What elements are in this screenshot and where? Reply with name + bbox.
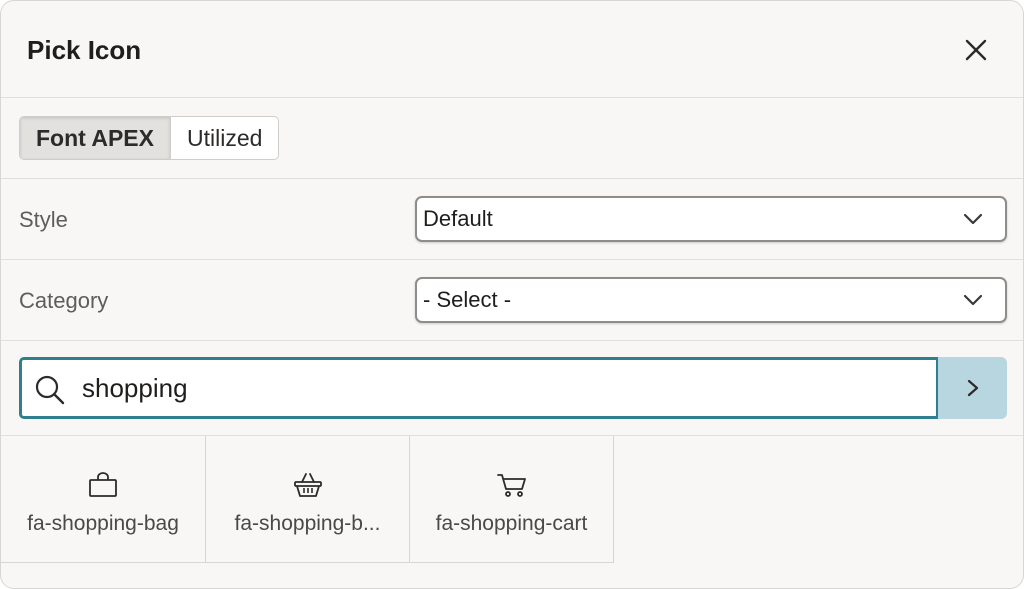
close-button[interactable] — [963, 37, 989, 63]
shopping-bag-icon — [89, 472, 117, 497]
search-icon — [35, 375, 65, 405]
search-row — [1, 341, 1023, 436]
tabs-row: Font APEX Utilized — [1, 98, 1023, 179]
category-label: Category — [19, 288, 109, 313]
icon-result-label: fa-shopping-b... — [234, 512, 381, 535]
icon-result-label: fa-shopping-bag — [27, 512, 179, 535]
chevron-down-icon — [963, 213, 983, 225]
close-icon — [965, 39, 987, 61]
category-select[interactable]: - Select - — [415, 277, 1007, 323]
search-submit-button[interactable] — [938, 357, 1007, 419]
icon-result-item[interactable]: fa-shopping-bag — [1, 436, 206, 563]
shopping-cart-icon — [496, 474, 526, 497]
tab-utilized[interactable]: Utilized — [171, 117, 278, 159]
category-row: Category - Select - — [1, 260, 1023, 341]
icon-result-item[interactable]: fa-shopping-cart — [410, 436, 614, 563]
icon-results-grid: fa-shopping-bag fa-shopping-b... fa-shop… — [1, 436, 1023, 588]
search-box — [19, 357, 939, 419]
dialog-header: Pick Icon — [1, 1, 1023, 98]
dialog-title: Pick Icon — [27, 35, 142, 65]
search-input[interactable] — [80, 360, 920, 416]
style-row: Style Default — [1, 179, 1023, 260]
icon-result-label: fa-shopping-cart — [435, 512, 588, 535]
chevron-down-icon — [963, 294, 983, 306]
chevron-right-icon — [967, 379, 979, 397]
icon-library-tabs: Font APEX Utilized — [19, 116, 280, 160]
style-label: Style — [19, 207, 68, 232]
tab-font-apex[interactable]: Font APEX — [20, 117, 171, 159]
icon-result-item[interactable]: fa-shopping-b... — [206, 436, 410, 563]
pick-icon-dialog: Pick Icon Font APEX Utilized Style Defau… — [0, 0, 1024, 589]
style-select[interactable]: Default — [415, 196, 1007, 242]
category-select-value: - Select - — [423, 287, 512, 312]
style-select-value: Default — [423, 206, 493, 231]
shopping-basket-icon — [293, 473, 322, 497]
